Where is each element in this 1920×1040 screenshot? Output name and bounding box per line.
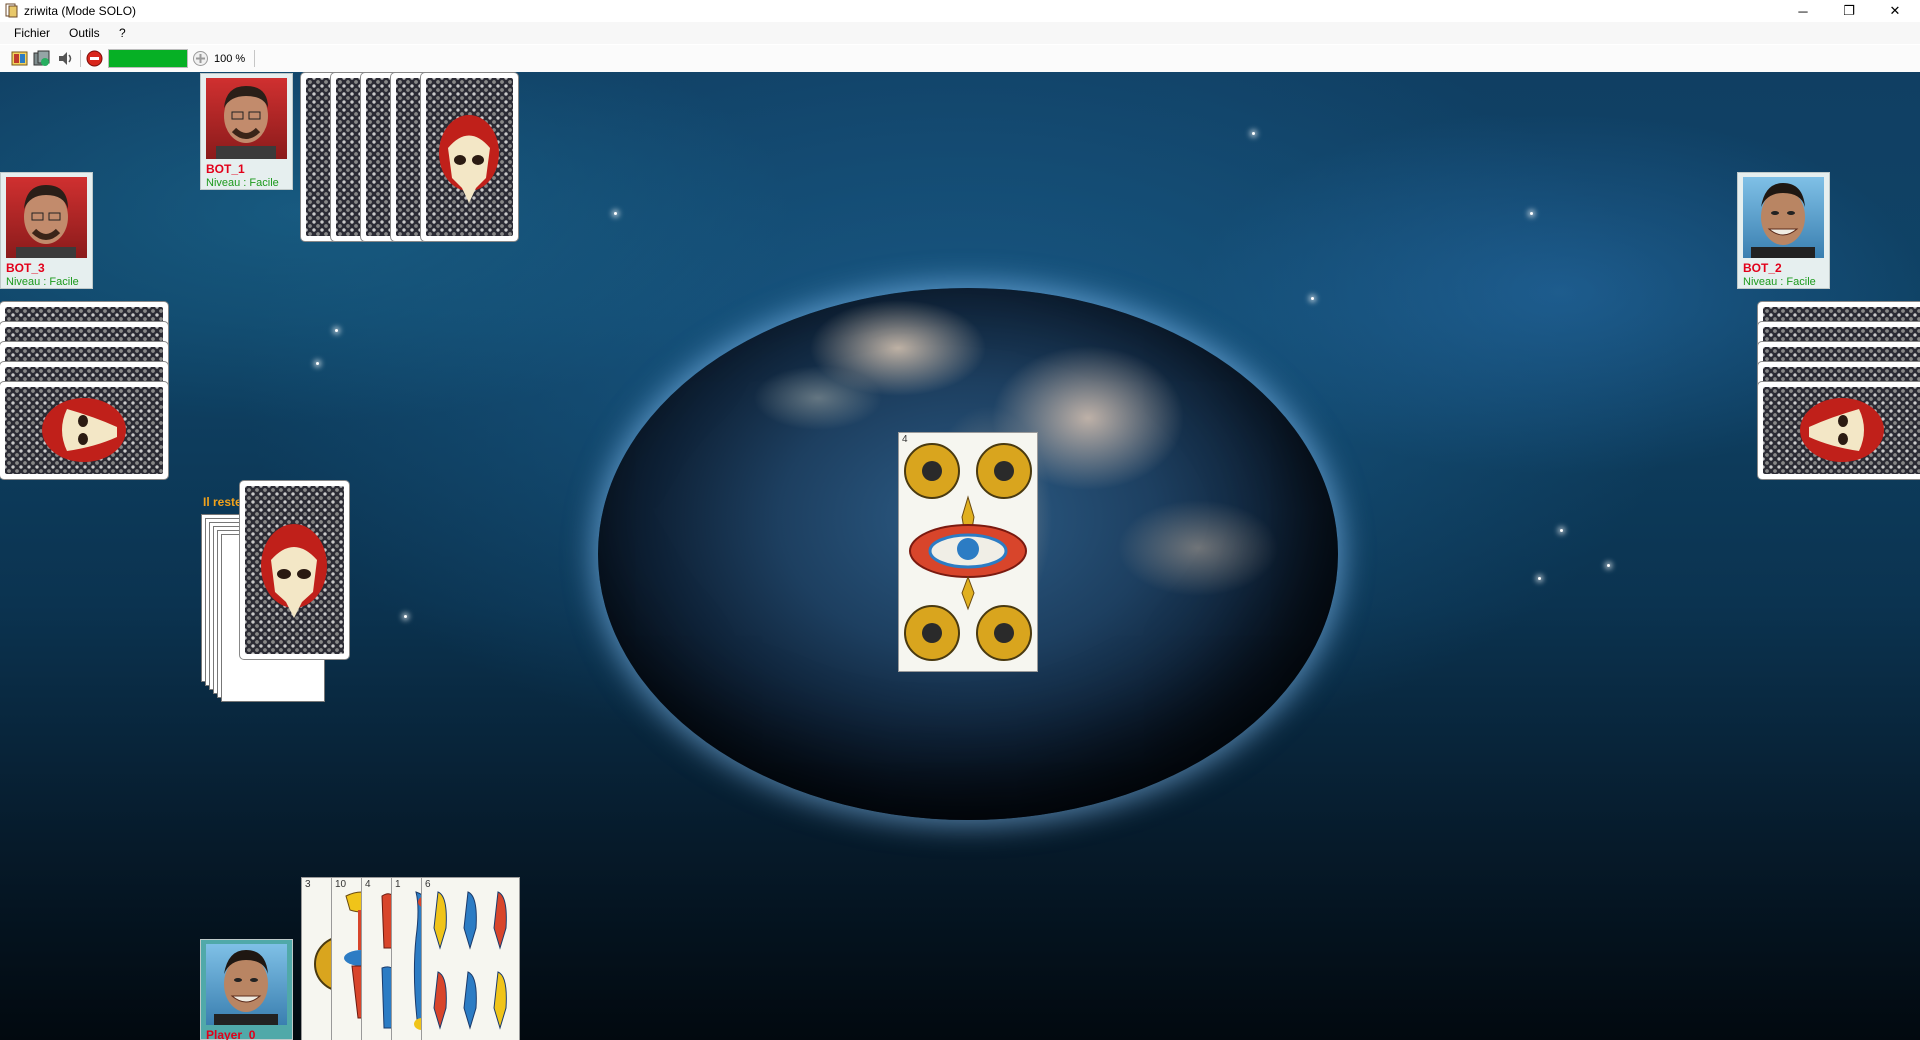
close-icon: ✕ [1889, 3, 1901, 18]
progress-bar [108, 49, 188, 68]
card-back [0, 382, 168, 479]
skull-emblem-icon [439, 115, 499, 203]
player-name: BOT_2 [1743, 261, 1782, 275]
zoom-level: 100 % [214, 53, 246, 65]
coins-suit-icon [904, 443, 1032, 661]
game-board: BOT_1 Niveau : Facile BOT_3 Niveau: Fac… [0, 72, 1920, 1040]
skull-emblem-icon [42, 398, 126, 462]
skull-emblem-icon [1800, 398, 1884, 462]
new-game-icon[interactable] [11, 50, 28, 67]
card-rank: 3 [305, 879, 311, 890]
avatar [6, 177, 87, 258]
card-rank: 1 [395, 879, 401, 890]
avatar [206, 78, 287, 159]
player-name: BOT_3 [6, 261, 45, 275]
card-rank: 4 [902, 434, 908, 445]
star [1530, 212, 1533, 215]
star [335, 329, 338, 332]
star [1252, 132, 1255, 135]
star [614, 212, 617, 215]
player-level: Niveau : Facile [206, 177, 279, 189]
menu-help[interactable]: ? [119, 26, 126, 40]
star [1311, 297, 1314, 300]
menu-fichier[interactable]: Fichier [14, 26, 50, 40]
toolbar-separator [80, 50, 81, 67]
toolbar-separator [254, 50, 255, 67]
sound-icon[interactable] [57, 50, 74, 67]
table-card: 4 [898, 432, 1038, 672]
avatar [206, 944, 287, 1025]
player-level: Niveau : Facile [6, 276, 79, 288]
progress-fill [109, 50, 187, 67]
minimize-button[interactable]: ─ [1780, 0, 1826, 22]
star [1560, 529, 1563, 532]
toolbar: 100 % [0, 45, 1920, 73]
card-rank: 10 [335, 879, 347, 890]
close-button[interactable]: ✕ [1872, 0, 1918, 22]
player-name: Player_0 [206, 1028, 256, 1040]
card-back [421, 73, 518, 241]
card-deck-icon[interactable] [33, 50, 50, 67]
player-name: BOT_1 [206, 162, 245, 176]
stop-icon[interactable] [86, 50, 103, 67]
hand-card[interactable]: 6 [421, 877, 520, 1040]
app-icon [5, 3, 18, 18]
star [1538, 577, 1541, 580]
star [1607, 564, 1610, 567]
player-box-bot3: BOT_3 Niveau : Facile [0, 172, 93, 289]
restore-icon: ❐ [1843, 3, 1855, 18]
minimize-icon: ─ [1798, 3, 1808, 19]
menu-outils[interactable]: Outils [69, 26, 100, 40]
player-box-bot2: BOT_2 Niveau : Facile [1737, 172, 1830, 289]
avatar [1743, 177, 1824, 258]
star [404, 615, 407, 618]
restore-button[interactable]: ❐ [1826, 0, 1872, 22]
window-title: zriwita (Mode SOLO) [24, 4, 137, 18]
player-box-bot1: BOT_1 Niveau : Facile [200, 73, 293, 190]
card-back [1758, 382, 1920, 479]
player-box-player0: Player_0 [200, 939, 293, 1040]
clubs-suit-icon [433, 891, 507, 1030]
zoom-in-icon[interactable] [192, 50, 209, 67]
skull-emblem-icon [261, 524, 327, 618]
menu-bar: Fichier Outils ? [0, 22, 1920, 44]
player-level: Niveau : Facile [1743, 276, 1816, 288]
title-bar: zriwita (Mode SOLO) ─ ❐ ✕ [0, 0, 1920, 22]
card-rank: 6 [425, 879, 431, 890]
card-back [240, 481, 349, 659]
card-rank: 4 [365, 879, 371, 890]
star [316, 362, 319, 365]
